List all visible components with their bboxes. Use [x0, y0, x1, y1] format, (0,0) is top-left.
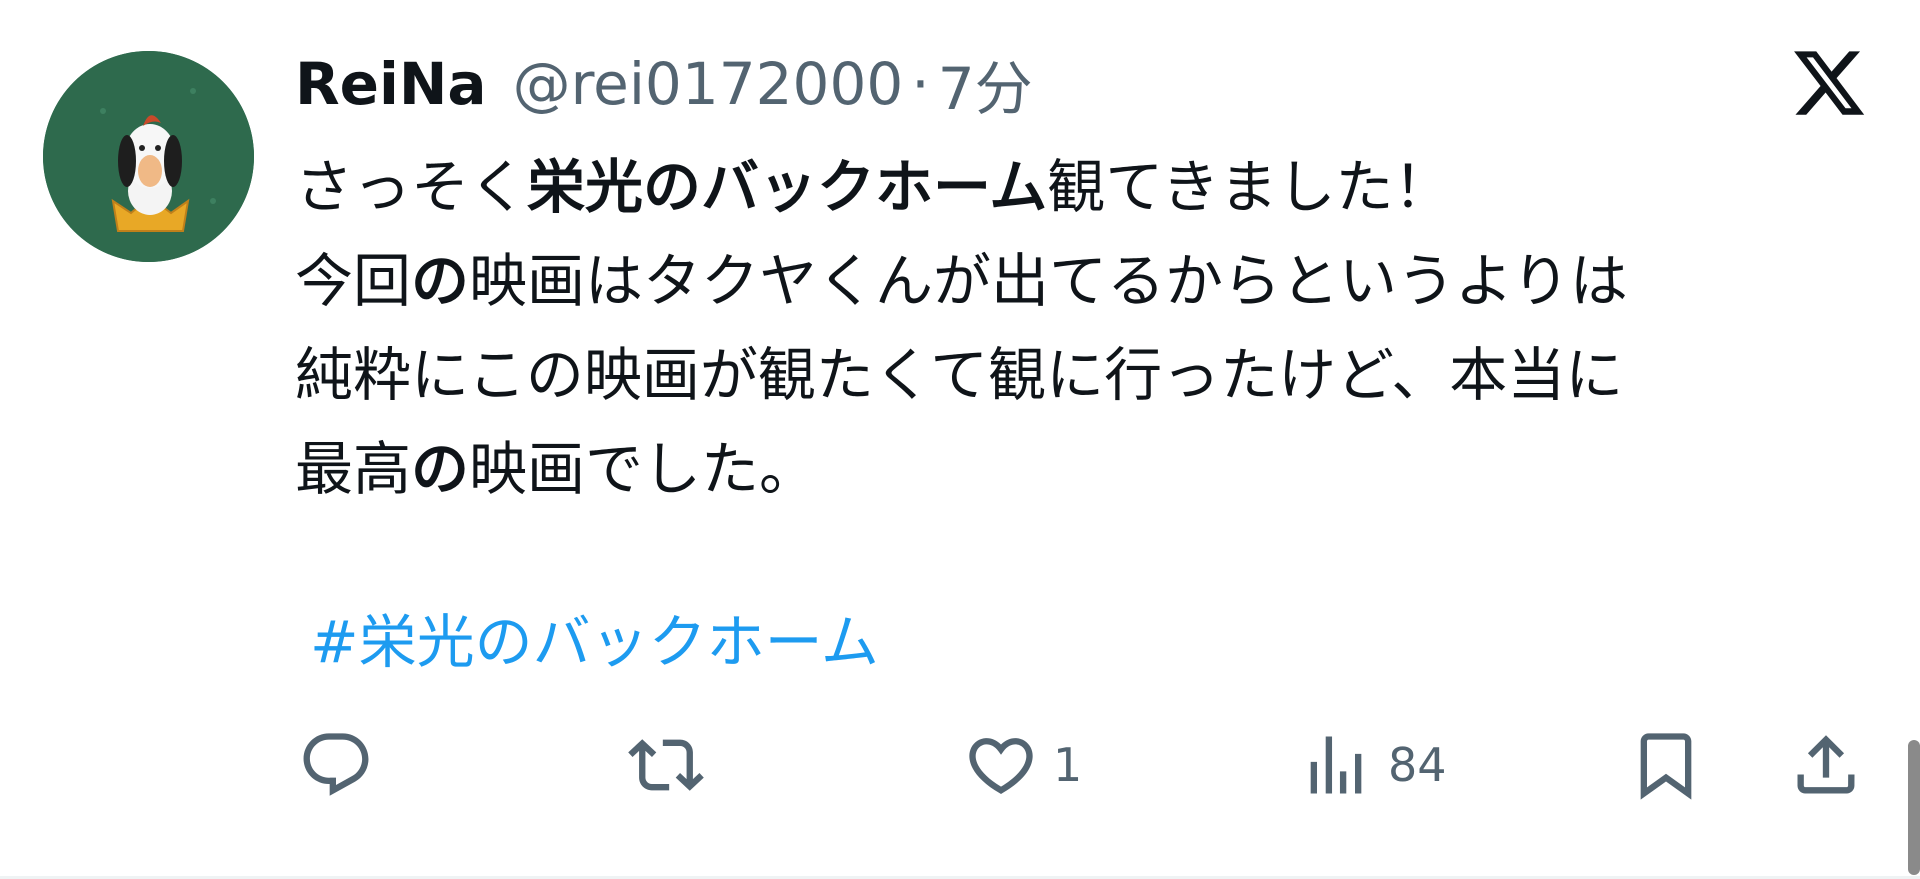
tweet-text-line: 最高の映画でした。: [295, 422, 1875, 516]
tweet-text-line: 純粋にこの映画が観たくて観に行ったけど、本当に: [295, 328, 1875, 422]
tweet-text-bold: 栄光のバックホーム: [527, 153, 1048, 221]
tweet-text-bold: の: [411, 435, 470, 503]
tweet-header: ReiNa @rei0172000 · 7分: [295, 44, 1033, 124]
tweet-text-segment: 今回: [295, 247, 412, 315]
display-name[interactable]: ReiNa: [295, 50, 487, 118]
tweet-text-segment: 純粋にこの映画が観たくて観に行ったけど、本当に: [295, 341, 1624, 409]
x-logo-icon: [1794, 51, 1865, 115]
tweet-text: さっそく栄光のバックホーム観てきました！ 今回の映画はタクヤくんが出てるからという…: [295, 140, 1875, 516]
reply-button[interactable]: [298, 720, 374, 810]
views-icon: [1310, 736, 1362, 794]
retweet-icon: [628, 739, 704, 791]
heart-icon: [969, 738, 1033, 795]
bookmark-button[interactable]: [1628, 720, 1704, 810]
tweet-text-segment: 映画でした。: [469, 435, 818, 503]
avatar-image: [43, 51, 254, 262]
bookmark-icon: [1640, 733, 1692, 800]
like-button[interactable]: 1: [963, 720, 1082, 810]
timestamp[interactable]: 7分: [938, 42, 1033, 126]
separator: ·: [911, 50, 930, 118]
tweet-text-bold: の: [411, 247, 470, 315]
tweet-text-line: 今回の映画はタクヤくんが出てるからというよりは: [295, 234, 1875, 328]
tweet-text-line: さっそく栄光のバックホーム観てきました！: [295, 140, 1875, 234]
views-count: 84: [1388, 738, 1447, 792]
reply-icon: [303, 733, 369, 796]
user-handle[interactable]: @rei0172000: [513, 50, 904, 118]
avatar[interactable]: [43, 51, 254, 262]
views-button[interactable]: 84: [1298, 720, 1447, 810]
tweet-text-segment: さっそく: [295, 153, 528, 221]
retweet-button[interactable]: [628, 720, 704, 810]
share-icon: [1797, 735, 1855, 794]
tweet-text-segment: 観てきました！: [1047, 153, 1452, 221]
tweet-text-segment: 映画はタクヤくんが出てるからというよりは: [469, 247, 1628, 315]
hashtag-link[interactable]: #栄光のバックホーム: [310, 595, 879, 679]
scrollbar[interactable]: [1908, 740, 1920, 875]
like-count: 1: [1053, 738, 1083, 792]
share-button[interactable]: [1788, 720, 1864, 810]
tweet-text-segment: 最高: [295, 435, 412, 503]
